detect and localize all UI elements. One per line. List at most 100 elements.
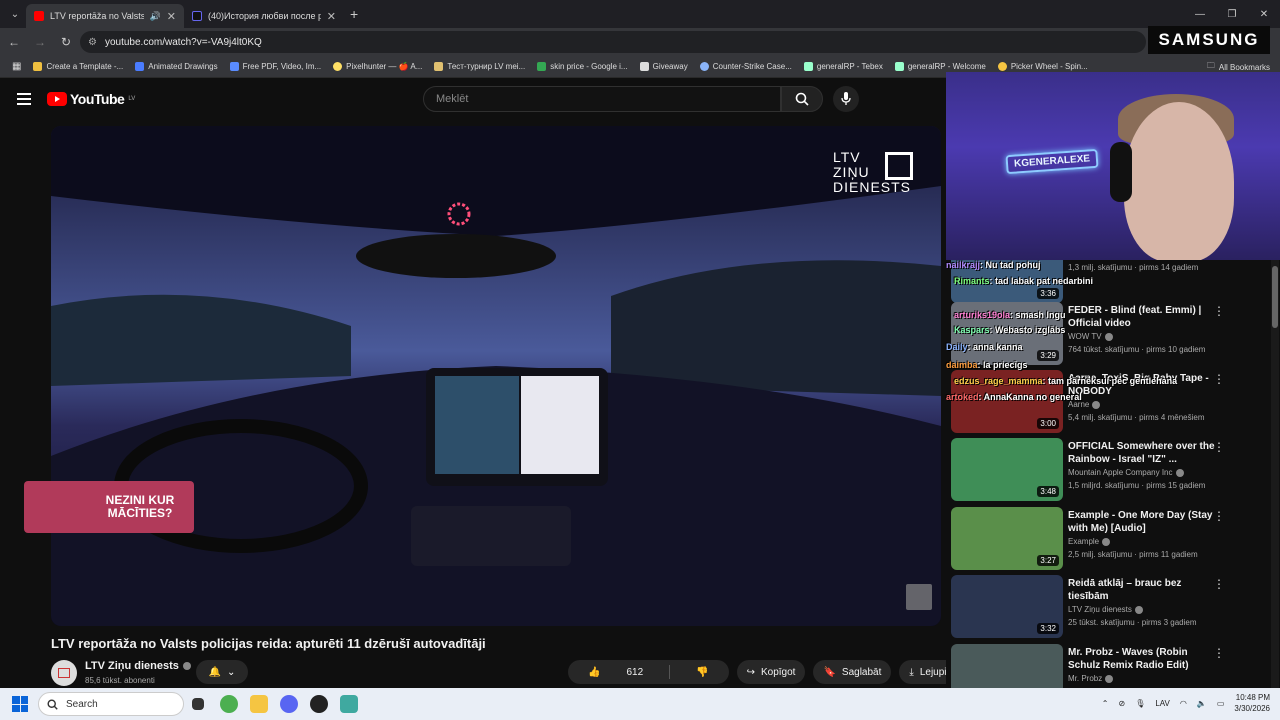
video-player[interactable]: LTV ZIŅU DIENESTS <box>51 126 941 626</box>
windows-start-icon[interactable] <box>12 696 28 712</box>
scrollbar-thumb[interactable] <box>1272 266 1278 328</box>
more-options-icon[interactable]: ⋮ <box>1213 304 1225 318</box>
sidebar-scrollbar[interactable] <box>1271 260 1279 688</box>
new-tab-button[interactable]: + <box>350 6 358 22</box>
maximize-icon[interactable]: ❐ <box>1216 0 1248 28</box>
video-title: OFFICIAL Somewhere over the Rainbow - Is… <box>1068 441 1215 465</box>
tab-tiktok[interactable]: (40)История любви после ра ✕ <box>184 4 344 28</box>
chat-message: Daily: anna kanna <box>946 342 1023 352</box>
video-thumbnail[interactable]: 3:32 <box>951 575 1063 638</box>
minimize-icon[interactable]: — <box>1184 0 1216 28</box>
tab-youtube[interactable]: LTV reportāža no Valsts po 🔊 ✕ <box>26 4 184 28</box>
bookmark-favicon-icon <box>333 62 343 71</box>
thumbs-down-icon: 👎 <box>696 666 709 678</box>
close-window-icon[interactable]: ✕ <box>1248 0 1280 28</box>
more-options-icon[interactable]: ⋮ <box>1213 440 1225 454</box>
wifi-icon[interactable]: ◠ <box>1180 699 1187 708</box>
bookmark-item[interactable]: Counter-Strike Case... <box>699 62 792 71</box>
volume-icon[interactable]: 🔈 <box>1197 699 1207 708</box>
channel-name: Example <box>1068 537 1111 546</box>
youtube-logo[interactable]: YouTube LV <box>47 91 135 107</box>
app-icon[interactable] <box>310 695 328 713</box>
chevron-up-icon[interactable]: ⌃ <box>1102 699 1109 708</box>
video-meta: 1,5 miljrd. skatījumu · pirms 15 gadiem <box>1068 481 1206 490</box>
voice-search-button[interactable] <box>833 86 859 112</box>
share-button[interactable]: ↪ Kopīgot <box>736 660 806 684</box>
close-tab-icon[interactable]: ✕ <box>327 10 336 23</box>
bookmark-favicon-icon <box>434 62 444 71</box>
bookmark-item[interactable]: generalRP - Welcome <box>894 62 986 71</box>
forward-arrow-icon[interactable]: → <box>28 35 52 49</box>
speaker-icon[interactable]: 🔊 <box>150 11 161 22</box>
more-options-icon[interactable]: ⋮ <box>1213 646 1225 660</box>
bookmark-favicon-icon <box>997 62 1007 71</box>
microphone-icon[interactable]: 🎙 <box>1135 699 1145 708</box>
bookmark-item[interactable]: Animated Drawings <box>135 62 218 71</box>
chat-message: artoked: AnnaKanna no general <box>946 392 1082 402</box>
close-tab-icon[interactable]: ✕ <box>167 10 176 23</box>
list-item[interactable]: 3:27 Example - One More Day (Stay with M… <box>951 507 1271 571</box>
microphone-icon <box>841 92 851 105</box>
channel-name[interactable]: LTV Ziņu dienests <box>85 660 191 672</box>
list-item[interactable]: Mr. Probz - Waves (Robin Schulz Remix Ra… <box>951 644 1271 688</box>
channel-name: Mr. Probz <box>1068 674 1114 683</box>
site-info-icon[interactable]: ⚙ <box>88 37 97 48</box>
more-options-icon[interactable]: ⋮ <box>1213 509 1225 523</box>
dislike-button[interactable]: 👎 <box>676 660 728 684</box>
tab-search-chevron-icon[interactable]: ⌄ <box>4 3 26 25</box>
reload-icon[interactable]: ↻ <box>54 35 78 49</box>
battery-icon[interactable]: ▭ <box>1217 699 1225 708</box>
bookmark-favicon-icon <box>135 62 145 71</box>
bookmark-item[interactable]: Тест-турнир LV mei... <box>434 62 525 71</box>
video-thumbnail[interactable]: 3:48 <box>951 438 1063 501</box>
bookmark-item[interactable]: Create a Template -... <box>33 62 123 71</box>
video-title: LTV reportāža no Valsts policijas reida:… <box>51 636 486 651</box>
stream-chat-overlay: nailkrajj: Nu tad pohuj Rimants: tad lab… <box>946 260 1186 405</box>
clock[interactable]: 10:48 PM 3/30/2026 <box>1234 692 1270 714</box>
channel-name: LTV Ziņu dienests <box>1068 605 1143 614</box>
more-options-icon[interactable]: ⋮ <box>1213 577 1225 591</box>
channel-name: Mountain Apple Company Inc <box>1068 468 1184 477</box>
channel-avatar[interactable] <box>51 660 77 686</box>
verified-icon <box>1102 537 1111 546</box>
bookmark-item[interactable]: generalRP - Tebex <box>803 62 883 71</box>
language-indicator[interactable]: LAV <box>1155 699 1170 708</box>
like-button[interactable]: 👍 612 <box>568 660 663 684</box>
video-thumbnail[interactable]: 3:27 <box>951 507 1063 570</box>
list-item[interactable]: 3:48 OFFICIAL Somewhere over the Rainbow… <box>951 438 1271 502</box>
chat-message: arturiks19ola: smash Ingu <box>954 310 1066 320</box>
file-explorer-icon[interactable] <box>250 695 268 713</box>
video-thumbnail[interactable] <box>951 644 1063 688</box>
notifications-button[interactable]: 🔔 ⌄ <box>196 660 248 684</box>
apps-grid-icon[interactable]: ▦ <box>12 61 21 72</box>
tab-title: (40)История любви после ра <box>208 11 321 21</box>
chat-message: Rimants: tad labak pat nedarbini <box>954 276 1094 286</box>
list-item[interactable]: 3:32 Reidā atklāj – brauc bez tiesībām L… <box>951 575 1271 639</box>
tab-strip: ⌄ LTV reportāža no Valsts po 🔊 ✕ (40)Ист… <box>0 0 1280 28</box>
taskbar-search[interactable]: Search <box>38 692 184 716</box>
youtube-favicon-icon <box>34 11 44 21</box>
back-arrow-icon[interactable]: ← <box>2 35 26 49</box>
bookmark-item[interactable]: Pixelhunter — 🍎 A... <box>333 62 422 71</box>
search-input[interactable]: Meklēt <box>423 86 781 112</box>
channel-watermark-icon[interactable] <box>906 584 932 610</box>
discord-icon[interactable] <box>280 695 298 713</box>
bookmark-item[interactable]: Free PDF, Video, Im... <box>229 62 321 71</box>
bookmark-favicon-icon <box>639 62 649 71</box>
more-options-icon[interactable]: ⋮ <box>1213 372 1225 386</box>
menu-icon[interactable] <box>17 93 31 105</box>
network-off-icon[interactable]: ⊘ <box>1119 699 1126 708</box>
ad-overlay-badge[interactable]: NEZINI KUR MĀCĪTIES? <box>24 481 194 533</box>
bookmark-item[interactable]: Picker Wheel - Spin... <box>997 62 1088 71</box>
notepad-icon[interactable] <box>340 695 358 713</box>
address-bar[interactable]: ⚙ youtube.com/watch?v=-VA9j4lt0KQ <box>80 31 1146 53</box>
search-button[interactable] <box>781 86 823 112</box>
task-view-icon[interactable] <box>192 698 204 710</box>
url-text: youtube.com/watch?v=-VA9j4lt0KQ <box>104 36 262 48</box>
bookmark-item[interactable]: Giveaway <box>639 62 688 71</box>
save-button[interactable]: 🔖 Saglabāt <box>813 660 892 684</box>
bookmark-favicon-icon <box>33 62 43 71</box>
chrome-icon[interactable] <box>220 695 238 713</box>
like-dislike-group: 👍 612 👎 <box>568 660 729 684</box>
bookmark-item[interactable]: skin price - Google i... <box>537 62 628 71</box>
